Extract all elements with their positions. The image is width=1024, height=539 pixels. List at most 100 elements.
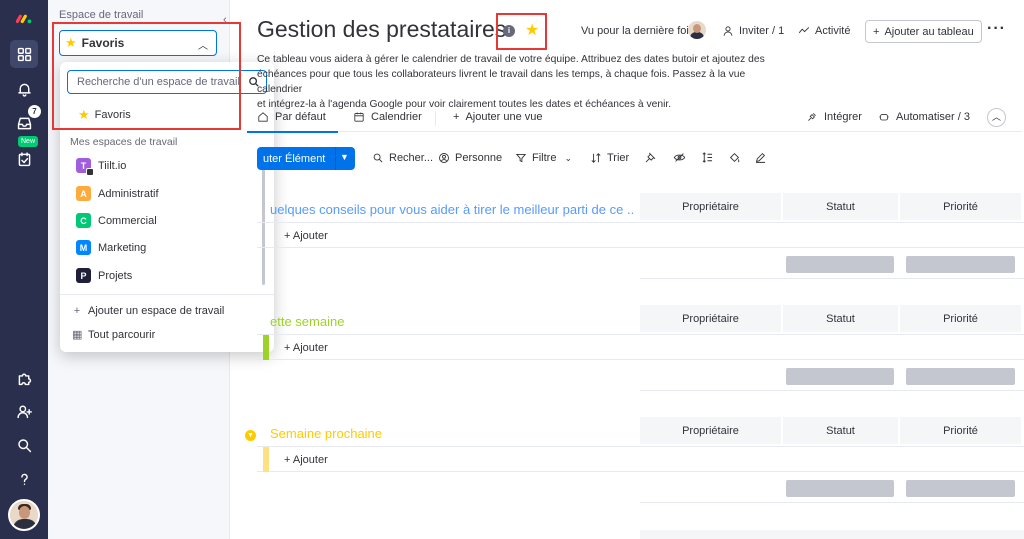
hide-eye-icon[interactable]	[673, 151, 687, 165]
new-item-button[interactable]: uter Élément ▼	[257, 147, 355, 170]
workspace-item-tiilt[interactable]: T Tiilt.io	[76, 158, 126, 176]
inbox-icon[interactable]: 7	[10, 105, 41, 137]
workspace-label: Espace de travail	[59, 9, 144, 21]
column-status[interactable]: Statut	[783, 417, 898, 444]
invite-members-icon[interactable]	[10, 397, 38, 425]
invite-button[interactable]: Inviter / 1	[722, 25, 784, 37]
last-seen-label[interactable]: Vu pour la dernière fois	[581, 25, 694, 37]
person-icon	[723, 26, 733, 36]
search-label: Recher...	[389, 152, 434, 164]
priority-summary	[906, 480, 1015, 497]
sort-label: Trier	[607, 152, 630, 164]
chevron-down-icon[interactable]: ▼	[340, 152, 349, 162]
more-options-icon[interactable]: ···	[987, 20, 1006, 38]
workspace-selector[interactable]: ★ Favoris ︿	[59, 30, 217, 56]
status-summary	[786, 368, 894, 385]
group-title[interactable]: ette semaine	[270, 314, 344, 329]
column-status[interactable]: Statut	[783, 305, 898, 332]
person-filter-button[interactable]: Personne	[438, 152, 502, 164]
new-item-label: uter Élément	[263, 152, 326, 165]
user-avatar[interactable]	[8, 499, 40, 531]
pin-icon[interactable]	[644, 151, 658, 165]
star-icon: ★	[78, 107, 90, 122]
add-to-board-button[interactable]: + Ajouter au tableau	[865, 20, 982, 43]
collapse-header-icon[interactable]: ︿	[987, 108, 1006, 127]
workspace-item-administratif[interactable]: A Administratif	[76, 186, 159, 201]
monday-logo[interactable]	[10, 4, 38, 32]
add-view-button[interactable]: + Ajouter une vue	[453, 111, 543, 123]
workspace-item-commercial[interactable]: C Commercial	[76, 213, 157, 228]
sort-icon	[591, 153, 601, 163]
browse-all-label: Tout parcourir	[88, 328, 156, 341]
add-item-row[interactable]: + Ajouter	[257, 446, 1024, 472]
sort-button[interactable]: Trier	[590, 152, 629, 164]
search-button[interactable]: Recher...	[372, 152, 433, 164]
last-seen-avatar[interactable]	[688, 21, 706, 39]
plus-icon: +	[453, 111, 460, 123]
add-workspace-button[interactable]: + Ajouter un espace de travail	[72, 305, 225, 317]
workspace-letter-icon: T	[76, 158, 94, 176]
home-icon	[258, 112, 268, 122]
add-item-row[interactable]: + Ajouter	[257, 222, 1024, 248]
board-toolbar: uter Élément ▼ Recher... Personne Filtre…	[257, 147, 1022, 170]
my-work-icon[interactable]: New	[10, 136, 39, 173]
group-title[interactable]: uelques conseils pour vous aider à tirer…	[270, 202, 635, 217]
automate-label: Automatiser / 3	[896, 111, 970, 123]
tab-default[interactable]: Par défaut	[247, 111, 338, 133]
integrate-button[interactable]: Intégrer	[806, 111, 862, 123]
robot-icon	[879, 114, 889, 121]
help-icon[interactable]	[10, 465, 38, 493]
color-fill-icon[interactable]	[728, 151, 742, 165]
column-priority[interactable]: Priorité	[900, 417, 1021, 444]
workspace-item-marketing[interactable]: M Marketing	[76, 240, 146, 255]
integrate-label: Intégrer	[824, 111, 862, 123]
star-icon: ★	[65, 35, 77, 50]
left-rail: 7 New	[0, 0, 48, 539]
workspace-search-placeholder: Recherche d'un espace de travail	[77, 76, 240, 88]
edit-pen-icon[interactable]	[754, 151, 768, 165]
tab-calendar-label: Calendrier	[371, 111, 422, 123]
automate-button[interactable]: Automatiser / 3	[878, 111, 970, 123]
info-icon[interactable]: i	[503, 25, 515, 37]
favorites-label: Favoris	[94, 109, 131, 121]
column-owner[interactable]: Propriétaire	[640, 193, 781, 220]
add-workspace-label: Ajouter un espace de travail	[88, 305, 225, 317]
favorite-star-icon[interactable]: ★	[525, 20, 539, 40]
workspace-item-projets[interactable]: P Projets	[76, 268, 132, 283]
priority-summary	[906, 256, 1015, 273]
favorites-item[interactable]: ★ Favoris	[78, 107, 131, 123]
column-priority[interactable]: Priorité	[900, 305, 1021, 332]
workspace-letter-icon: P	[76, 268, 91, 283]
apps-puzzle-icon[interactable]	[10, 364, 38, 392]
tab-calendar[interactable]: Calendrier	[353, 111, 422, 123]
search-icon[interactable]	[10, 431, 38, 459]
invite-label: Inviter / 1	[739, 25, 785, 37]
row-height-icon[interactable]	[701, 151, 715, 165]
column-owner[interactable]: Propriétaire	[640, 417, 781, 444]
priority-summary	[906, 368, 1015, 385]
next-group-header	[640, 530, 1024, 539]
status-summary	[786, 256, 894, 273]
board-title[interactable]: Gestion des prestataires	[257, 16, 506, 43]
workspace-name: Marketing	[98, 241, 147, 254]
filter-button[interactable]: Filtre ⌄	[515, 152, 572, 164]
column-owner[interactable]: Propriétaire	[640, 305, 781, 332]
board-description: Ce tableau vous aidera à gérer le calend…	[257, 54, 765, 110]
column-priority[interactable]: Priorité	[900, 193, 1021, 220]
view-tabs: Par défaut Calendrier + Ajouter une vue …	[247, 105, 1022, 133]
add-item-row[interactable]: + Ajouter	[257, 334, 1024, 360]
filter-label: Filtre	[532, 152, 557, 164]
status-summary	[786, 480, 894, 497]
notifications-bell-icon[interactable]	[10, 75, 38, 103]
activity-button[interactable]: Activité	[798, 25, 850, 37]
plus-icon: +	[873, 25, 880, 38]
browse-all-button[interactable]: ▦ Tout parcourir	[72, 328, 156, 342]
chevron-down-icon[interactable]: ▼	[245, 430, 256, 441]
activity-icon	[798, 27, 810, 34]
activity-label: Activité	[815, 25, 851, 37]
calendar-icon	[354, 112, 364, 122]
column-status[interactable]: Statut	[783, 193, 898, 220]
group-title[interactable]: Semaine prochaine	[270, 426, 382, 441]
workspaces-grid-icon[interactable]	[10, 40, 38, 68]
plus-icon: +	[73, 305, 81, 317]
